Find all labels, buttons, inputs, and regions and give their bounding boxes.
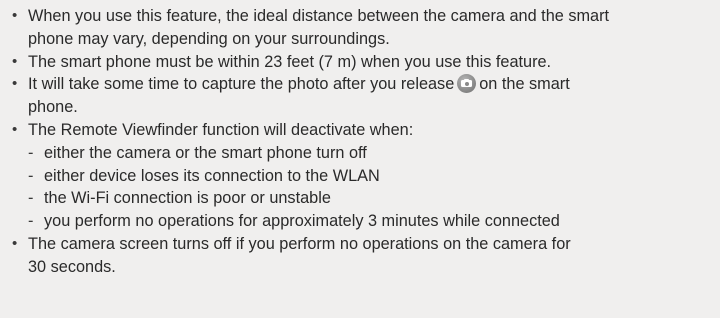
dash-icon: - [28, 166, 34, 185]
dash-icon: - [28, 189, 34, 208]
note-text: When you use this feature, the ideal dis… [28, 7, 610, 25]
sub-note-text: either device loses its connection to th… [44, 166, 380, 185]
sub-list-item: - either device loses its connection to … [8, 165, 710, 188]
list-item-continuation: 30 seconds. [8, 256, 710, 279]
list-item: • The Remote Viewfinder function will de… [8, 119, 710, 142]
list-item-continuation: phone. [8, 96, 710, 119]
dash-icon: - [28, 212, 34, 231]
sub-list-item: - you perform no operations for approxim… [8, 210, 710, 233]
note-text: The smart phone must be within 23 feet (… [28, 52, 552, 71]
list-item: • The smart phone must be within 23 feet… [8, 51, 710, 74]
bullet-icon: • [12, 234, 18, 252]
note-text: The Remote Viewfinder function will deac… [28, 120, 414, 139]
sub-list-item: - the Wi-Fi connection is poor or unstab… [8, 187, 710, 210]
note-text: phone may vary, depending on your surrou… [28, 29, 390, 48]
note-text: It will take some time to capture the ph… [28, 75, 455, 94]
note-text: phone. [28, 98, 78, 117]
sub-note-text: either the camera or the smart phone tur… [44, 143, 367, 162]
note-text: 30 seconds. [28, 257, 116, 276]
camera-shutter-icon [457, 74, 477, 94]
bullet-icon: • [12, 7, 18, 24]
list-item: • It will take some time to capture the … [8, 73, 710, 96]
bullet-icon: • [12, 52, 18, 70]
sub-list-item: - either the camera or the smart phone t… [8, 142, 710, 165]
sub-note-text: you perform no operations for approximat… [44, 212, 560, 231]
list-item: • When you use this feature, the ideal d… [8, 5, 710, 28]
notes-box: • When you use this feature, the ideal d… [0, 0, 720, 318]
dash-icon: - [28, 143, 34, 162]
list-item-continuation: phone may vary, depending on your surrou… [8, 28, 710, 51]
sub-note-text: the Wi-Fi connection is poor or unstable [44, 189, 331, 208]
note-text: The camera screen turns off if you perfo… [28, 234, 571, 253]
note-text: on the smart [479, 75, 570, 94]
bullet-icon: • [12, 120, 18, 138]
list-item: • The camera screen turns off if you per… [8, 233, 710, 256]
bullet-icon: • [12, 75, 18, 93]
